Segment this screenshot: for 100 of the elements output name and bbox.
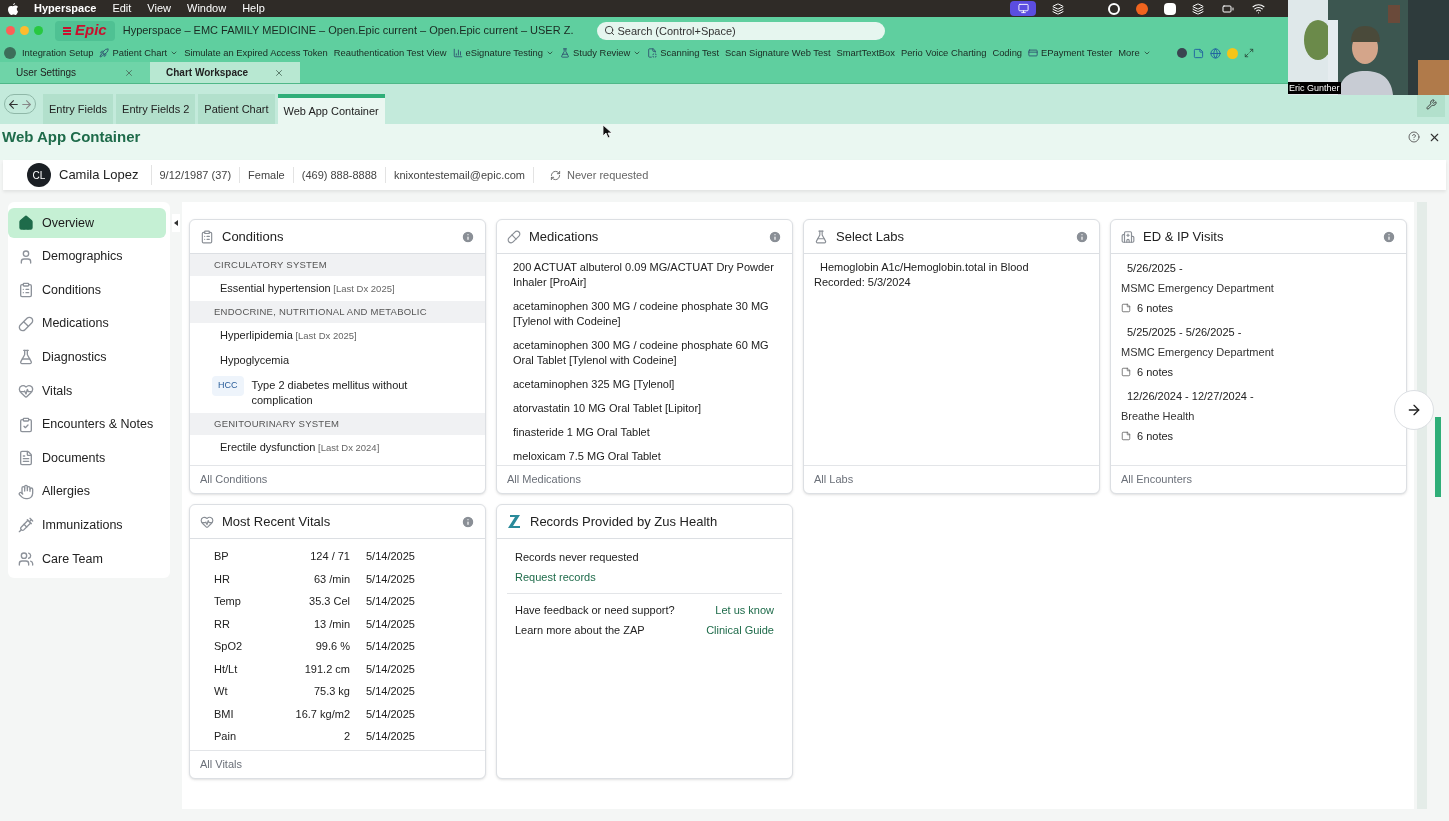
vital-date: 5/14/2025: [366, 639, 415, 654]
toolbar-button[interactable]: Simulate an Expired Access Token: [184, 45, 328, 61]
vital-date: 5/14/2025: [366, 706, 415, 722]
sidebar-item[interactable]: Overview: [8, 208, 166, 238]
visit-dates[interactable]: 5/26/2025 -: [1121, 258, 1396, 278]
visit-dates[interactable]: 5/25/2025 - 5/26/2025 -: [1121, 322, 1396, 342]
toolbar-button[interactable]: Coding: [992, 45, 1023, 61]
help-link[interactable]: Let us know: [715, 601, 774, 619]
toolbar-button[interactable]: eSignature Testing: [452, 45, 555, 61]
card-title: ED & IP Visits: [1143, 227, 1225, 246]
vital-date: 5/14/2025: [366, 684, 415, 699]
toolbar-button[interactable]: Integration Setup: [22, 45, 94, 61]
sidebar-item[interactable]: Demographics: [8, 241, 166, 272]
toolbar-button[interactable]: Scan Signature Web Test: [725, 45, 831, 61]
video-caption: Eric Gunther: [1288, 82, 1341, 94]
vital-value: 2: [342, 729, 350, 744]
menu-item[interactable]: Window: [187, 0, 227, 17]
patient-detail: knixontestemail@epic.com: [386, 166, 534, 184]
toolbar-button[interactable]: Reauthentication Test View: [333, 45, 447, 61]
notes-count[interactable]: 6 notes: [1137, 363, 1174, 381]
vital-date: 5/14/2025: [366, 616, 415, 632]
sidebar-item[interactable]: Vitals: [8, 375, 166, 406]
sidebar-item[interactable]: Conditions: [8, 275, 166, 306]
vital-name: HR: [213, 571, 231, 587]
toolbar-button[interactable]: Patient Chart: [99, 45, 179, 61]
sidebar-item[interactable]: Diagnostics: [8, 342, 166, 373]
sidebar-item[interactable]: Medications: [8, 308, 166, 339]
footer-link[interactable]: All Labs: [814, 471, 854, 488]
visit-dates[interactable]: 12/26/2024 - 12/27/2024 -: [1121, 386, 1396, 406]
condition-name[interactable]: Erectile dysfunction [Last Dx 2024]: [220, 440, 380, 455]
visit-location: Breathe Health: [1121, 408, 1196, 424]
card-title: Conditions: [222, 227, 285, 246]
menu-item[interactable]: View: [147, 0, 171, 17]
footer-link[interactable]: All Encounters: [1121, 471, 1192, 488]
vital-value: 191.2 cm: [303, 661, 350, 677]
vital-name: BP: [213, 549, 230, 564]
vital-value: 124 / 71: [309, 549, 350, 564]
vital-value: 13 /min: [312, 616, 350, 632]
patient-detail: (469) 888-8888: [293, 166, 386, 184]
patient-name: Camila Lopez: [59, 165, 152, 185]
workspace-tab[interactable]: Chart Workspace: [150, 62, 300, 83]
workspace-tab[interactable]: User Settings: [0, 62, 150, 83]
condition-name[interactable]: Essential hypertension [Last Dx 2025]: [220, 281, 395, 296]
activity-tab[interactable]: Entry Fields 2: [116, 94, 196, 124]
toolbar-button[interactable]: Study Review: [560, 45, 642, 61]
sidebar-item[interactable]: Care Team: [8, 543, 166, 574]
footer-link[interactable]: All Vitals: [200, 756, 242, 773]
toolbar-button[interactable]: SmartTextBox: [836, 45, 895, 61]
vital-value: 63 /min: [312, 571, 350, 587]
medication-item[interactable]: acetaminophen 325 MG [Tylenol]: [513, 377, 776, 392]
activity-tab[interactable]: Web App Container: [277, 94, 385, 124]
toolbar-button[interactable]: EPayment Tester: [1028, 45, 1113, 61]
page-title: Web App Container: [2, 126, 141, 147]
records-status: Never requested: [567, 167, 649, 183]
group-heading: ENDOCRINE, NUTRITIONAL AND METABOLIC: [190, 301, 485, 323]
condition-name[interactable]: Hypoglycemia: [220, 353, 290, 368]
medication-item[interactable]: atorvastatin 10 MG Oral Tablet [Lipitor]: [513, 401, 776, 416]
vital-value: 99.6 %: [314, 639, 350, 654]
patient-detail: Female: [240, 166, 294, 184]
sidebar-item[interactable]: Immunizations: [8, 510, 166, 541]
toolbar-button[interactable]: More: [1118, 45, 1151, 61]
vital-value: 16.7 kg/m2: [294, 706, 350, 722]
medication-item[interactable]: 200 ACTUAT albuterol 0.09 MG/ACTUAT Dry Powder Inhaler [ProAir]: [513, 260, 776, 290]
card-title: Records Provided by Zus Health: [530, 512, 719, 531]
group-heading: GENITOURINARY SYSTEM: [190, 413, 485, 435]
vital-date: 5/14/2025: [366, 594, 415, 609]
notes-count[interactable]: 6 notes: [1137, 427, 1174, 445]
visit-location: MSMC Emergency Department: [1121, 344, 1275, 360]
footer-link[interactable]: All Conditions: [200, 471, 268, 488]
vital-name: Ht/Lt: [213, 661, 239, 677]
medication-item[interactable]: acetaminophen 300 MG / codeine phosphate 30 MG [Tylenol with Codeine]: [513, 299, 776, 329]
card-title: Medications: [529, 227, 600, 246]
toolbar-button[interactable]: Scanning Test: [647, 45, 720, 61]
condition-name[interactable]: Hyperlipidemia [Last Dx 2025]: [220, 328, 357, 343]
sidebar-item[interactable]: Documents: [8, 443, 166, 474]
request-records-link[interactable]: Request records: [515, 567, 774, 587]
sidebar-item[interactable]: Encounters & Notes: [8, 409, 166, 440]
activity-tab[interactable]: Entry Fields: [43, 94, 114, 124]
hcc-tag: HCC: [212, 376, 244, 396]
menu-item[interactable]: Edit: [112, 0, 132, 17]
records-status: Records never requested: [515, 549, 640, 565]
lab-name[interactable]: Hemoglobin A1c/Hemoglobin.total in Blood: [814, 260, 1089, 275]
menu-app-name[interactable]: Hyperspace: [34, 0, 97, 17]
medication-item[interactable]: acetaminophen 300 MG / codeine phosphate 60 MG Oral Tablet [Tylenol with Codeine]: [513, 338, 776, 368]
notes-count[interactable]: 6 notes: [1137, 299, 1174, 317]
search-field[interactable]: Search (Control+Space): [597, 21, 886, 40]
activity-tab[interactable]: Patient Chart: [198, 94, 275, 124]
footer-link[interactable]: All Medications: [507, 471, 581, 488]
condition-name[interactable]: Type 2 diabetes mellitus without complication: [251, 378, 469, 408]
vital-name: SpO2: [213, 639, 244, 654]
patient-detail: 9/12/1987 (37): [151, 166, 241, 184]
toolbar-button[interactable]: Perio Voice Charting: [900, 45, 987, 61]
medication-item[interactable]: meloxicam 7.5 MG Oral Tablet: [513, 449, 776, 464]
menu-item[interactable]: Help: [242, 0, 265, 17]
avatar: CL: [27, 163, 51, 187]
vital-name: Wt: [213, 684, 229, 699]
sidebar-item[interactable]: Allergies: [8, 476, 166, 507]
help-link[interactable]: Clinical Guide: [706, 621, 774, 639]
window-title: Hyperspace – EMC FAMILY MEDICINE – Open.Epic current – Open.Epic current – USER Z.: [122, 23, 574, 39]
medication-item[interactable]: finasteride 1 MG Oral Tablet: [513, 425, 776, 440]
